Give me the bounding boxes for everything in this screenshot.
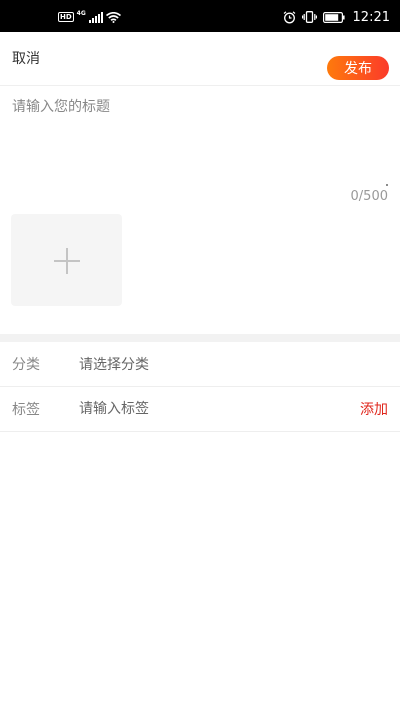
status-bar-right: 12:21 (283, 8, 390, 26)
section-divider (0, 334, 400, 342)
category-row[interactable]: 分类 请选择分类 (0, 342, 400, 387)
title-input[interactable] (12, 96, 388, 186)
publish-button[interactable]: 发布 (327, 56, 389, 80)
signal-icon (88, 11, 103, 23)
title-section: 0/500 (0, 86, 400, 211)
top-bar: 取消 发布 (0, 32, 400, 86)
tags-label: 标签 (12, 402, 40, 418)
char-counter: 0/500 (350, 189, 388, 204)
vibrate-icon (301, 11, 317, 23)
plus-icon (54, 248, 80, 274)
alarm-icon (283, 10, 295, 23)
status-time: 12:21 (352, 9, 390, 25)
scroll-indicator (386, 184, 388, 186)
status-bar: HD 4G 12:21 (0, 0, 400, 32)
add-tag-button[interactable]: 添加 (360, 399, 388, 419)
add-image-button[interactable] (11, 214, 122, 306)
network-type-label: 4G (76, 10, 86, 17)
wifi-icon (105, 11, 121, 23)
cancel-button[interactable]: 取消 (12, 48, 40, 68)
status-bar-left: HD 4G (58, 9, 121, 25)
tags-row: 标签 添加 (0, 387, 400, 432)
hd-icon: HD (58, 12, 74, 22)
tag-input[interactable] (79, 398, 339, 420)
category-select[interactable]: 请选择分类 (79, 354, 149, 374)
category-label: 分类 (12, 357, 40, 373)
battery-icon (322, 11, 345, 23)
